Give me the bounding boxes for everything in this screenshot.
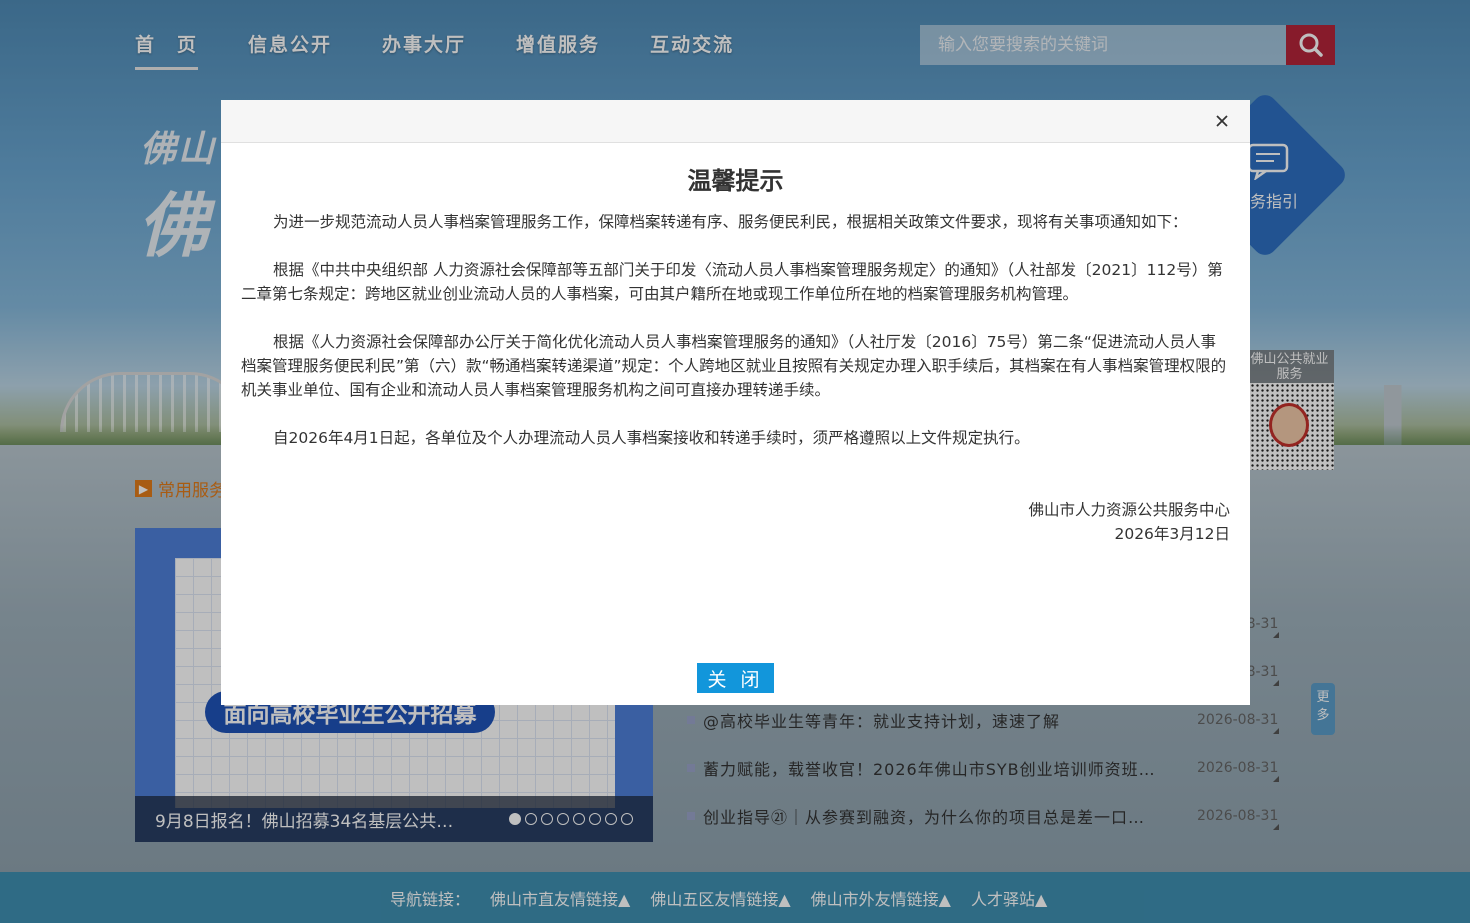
close-icon[interactable]	[1212, 111, 1232, 131]
modal-body: 为进一步规范流动人员人事档案管理服务工作，保障档案转递有序、服务便民利民，根据相…	[221, 210, 1250, 450]
modal-paragraph: 根据《人力资源社会保障部办公厅关于简化优化流动人员人事档案管理服务的通知》（人社…	[241, 333, 1227, 399]
close-button[interactable]: 关 闭	[697, 663, 774, 693]
modal-header	[221, 100, 1250, 143]
modal-paragraph: 为进一步规范流动人员人事档案管理服务工作，保障档案转递有序、服务便民利民，根据相…	[273, 213, 1188, 231]
modal-paragraph: 自2026年4月1日起，各单位及个人办理流动人员人事档案接收和转递手续时，须严格…	[273, 429, 1030, 447]
signature-date: 2026年3月12日	[1114, 525, 1230, 543]
notice-modal: 温馨提示 为进一步规范流动人员人事档案管理服务工作，保障档案转递有序、服务便民利…	[221, 100, 1250, 705]
modal-title: 温馨提示	[687, 167, 784, 195]
modal-paragraph: 根据《中共中央组织部 人力资源社会保障部等五部门关于印发〈流动人员人事档案管理服…	[241, 261, 1223, 303]
modal-signature: 佛山市人力资源公共服务中心 2026年3月12日	[221, 498, 1250, 546]
signature-org: 佛山市人力资源公共服务中心	[1028, 501, 1230, 519]
